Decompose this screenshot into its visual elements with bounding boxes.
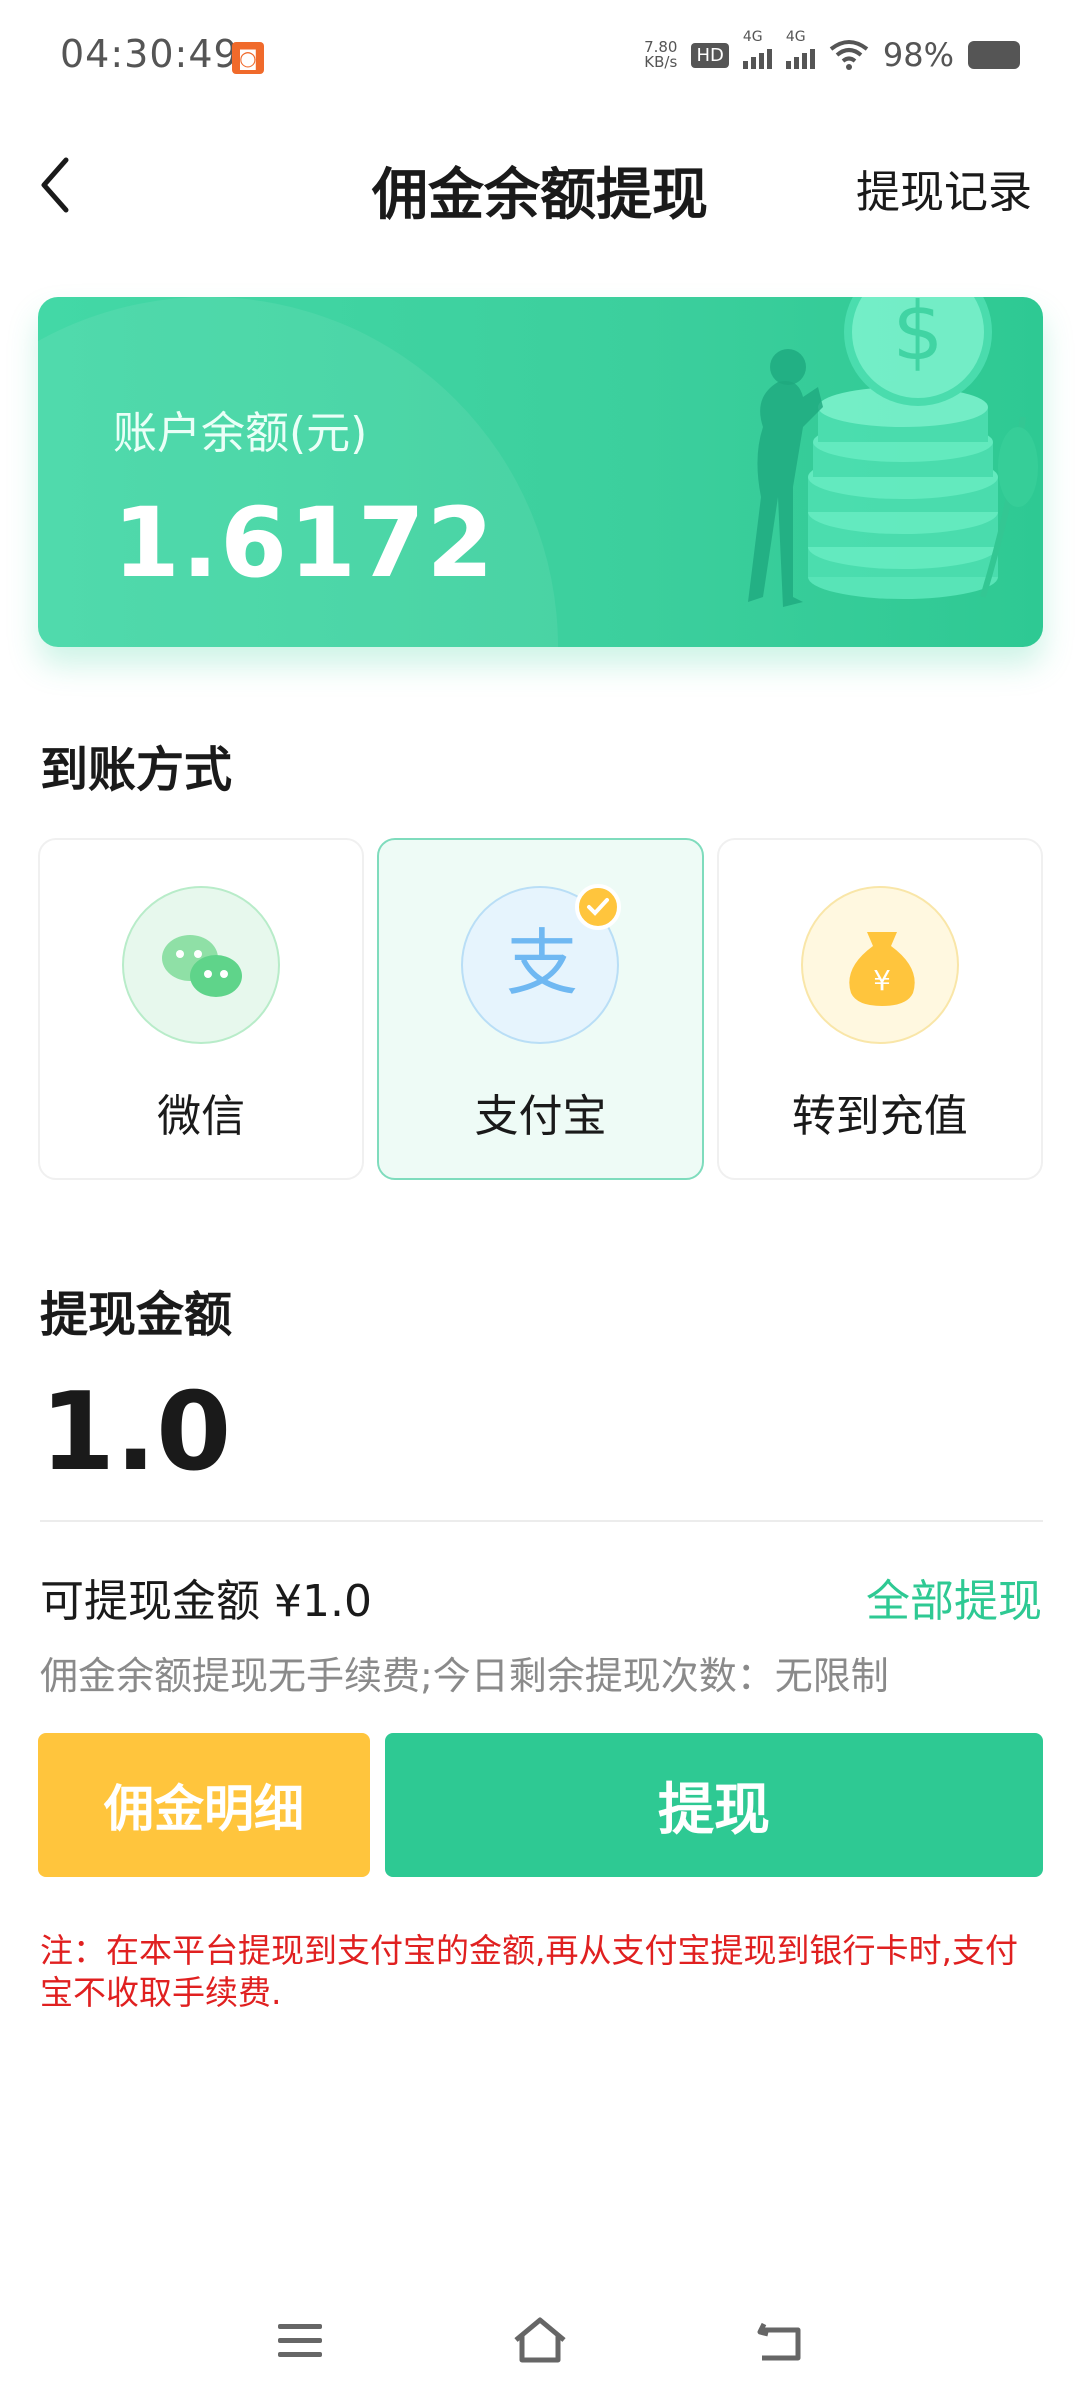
menu-icon[interactable] (270, 2310, 330, 2370)
svg-text:¥: ¥ (873, 964, 891, 997)
wifi-icon (829, 40, 869, 70)
withdraw-all-link[interactable]: 全部提现 (866, 1565, 1042, 1629)
wechat-icon (122, 886, 281, 1044)
system-nav-bar (0, 2280, 1080, 2400)
available-amount: 可提现金额 ¥1.0 (40, 1576, 372, 1627)
commission-detail-button[interactable]: 佣金明细 (38, 1733, 370, 1877)
method-recharge[interactable]: ¥ 转到充值 (716, 838, 1043, 1180)
fee-note: 佣金余额提现无手续费;今日剩余提现次数：无限制 (40, 1654, 889, 1698)
method-label-recharge: 转到充值 (791, 1091, 968, 1142)
page-header: 佣金余额提现 提现记录 (0, 130, 1080, 240)
signal-strength-icon-2: 4G (785, 29, 815, 69)
method-wechat[interactable]: 微信 (38, 838, 365, 1180)
balance-value: 1.6172 (113, 487, 496, 599)
notice-text: 注：在本平台提现到支付宝的金额,再从支付宝提现到银行卡时,支付宝不收取手续费. (40, 1931, 1018, 2012)
amount-input[interactable]: 1.0 (40, 1370, 231, 1495)
back-icon[interactable] (750, 2310, 810, 2370)
signal-label-2: 4G (785, 29, 806, 45)
payment-method-title: 到账方式 (40, 730, 233, 800)
svg-text:$: $ (893, 297, 944, 378)
hd-icon: HD (691, 42, 729, 68)
balance-label: 账户余额(元) (113, 408, 368, 459)
signal-label: 4G (742, 29, 763, 45)
status-time: 04:30:49 (60, 32, 239, 76)
amount-title-text: 提现金额 (40, 1287, 233, 1343)
method-alipay[interactable]: 支 支付宝 (377, 838, 704, 1180)
divider (40, 1520, 1043, 1522)
balance-card: 账户余额(元) 1.6172 $ (38, 297, 1043, 647)
svg-text:支: 支 (506, 921, 578, 1005)
selected-check-icon (575, 884, 622, 930)
notification-app-icon: ◙ (232, 42, 264, 74)
network-speed: 7.80 KB/s (644, 40, 677, 70)
home-icon[interactable] (510, 2310, 570, 2370)
method-label-alipay: 支付宝 (474, 1091, 607, 1142)
status-bar: 04:30:49 ◙ 7.80 KB/s HD 4G 4G 98% (0, 0, 1080, 120)
coins-illustration-icon: $ (748, 297, 1038, 607)
battery-icon (968, 41, 1020, 69)
net-speed-unit: KB/s (644, 53, 678, 71)
signal-strength-icon: 4G (742, 29, 772, 69)
withdraw-button[interactable]: 提现 (385, 1733, 1043, 1877)
withdraw-record-link[interactable]: 提现记录 (856, 156, 1032, 220)
money-bag-icon: ¥ (800, 886, 959, 1044)
amount-title: 提现金额 (40, 1275, 233, 1345)
payment-method-title-text: 到账方式 (40, 742, 233, 798)
status-indicators: 7.80 KB/s HD 4G 4G 98% (644, 29, 1020, 74)
method-label-wechat: 微信 (157, 1091, 246, 1142)
payment-methods: 微信 支 支付宝 ¥ 转到充值 (38, 838, 1043, 1180)
battery-percent: 98% (882, 36, 954, 74)
